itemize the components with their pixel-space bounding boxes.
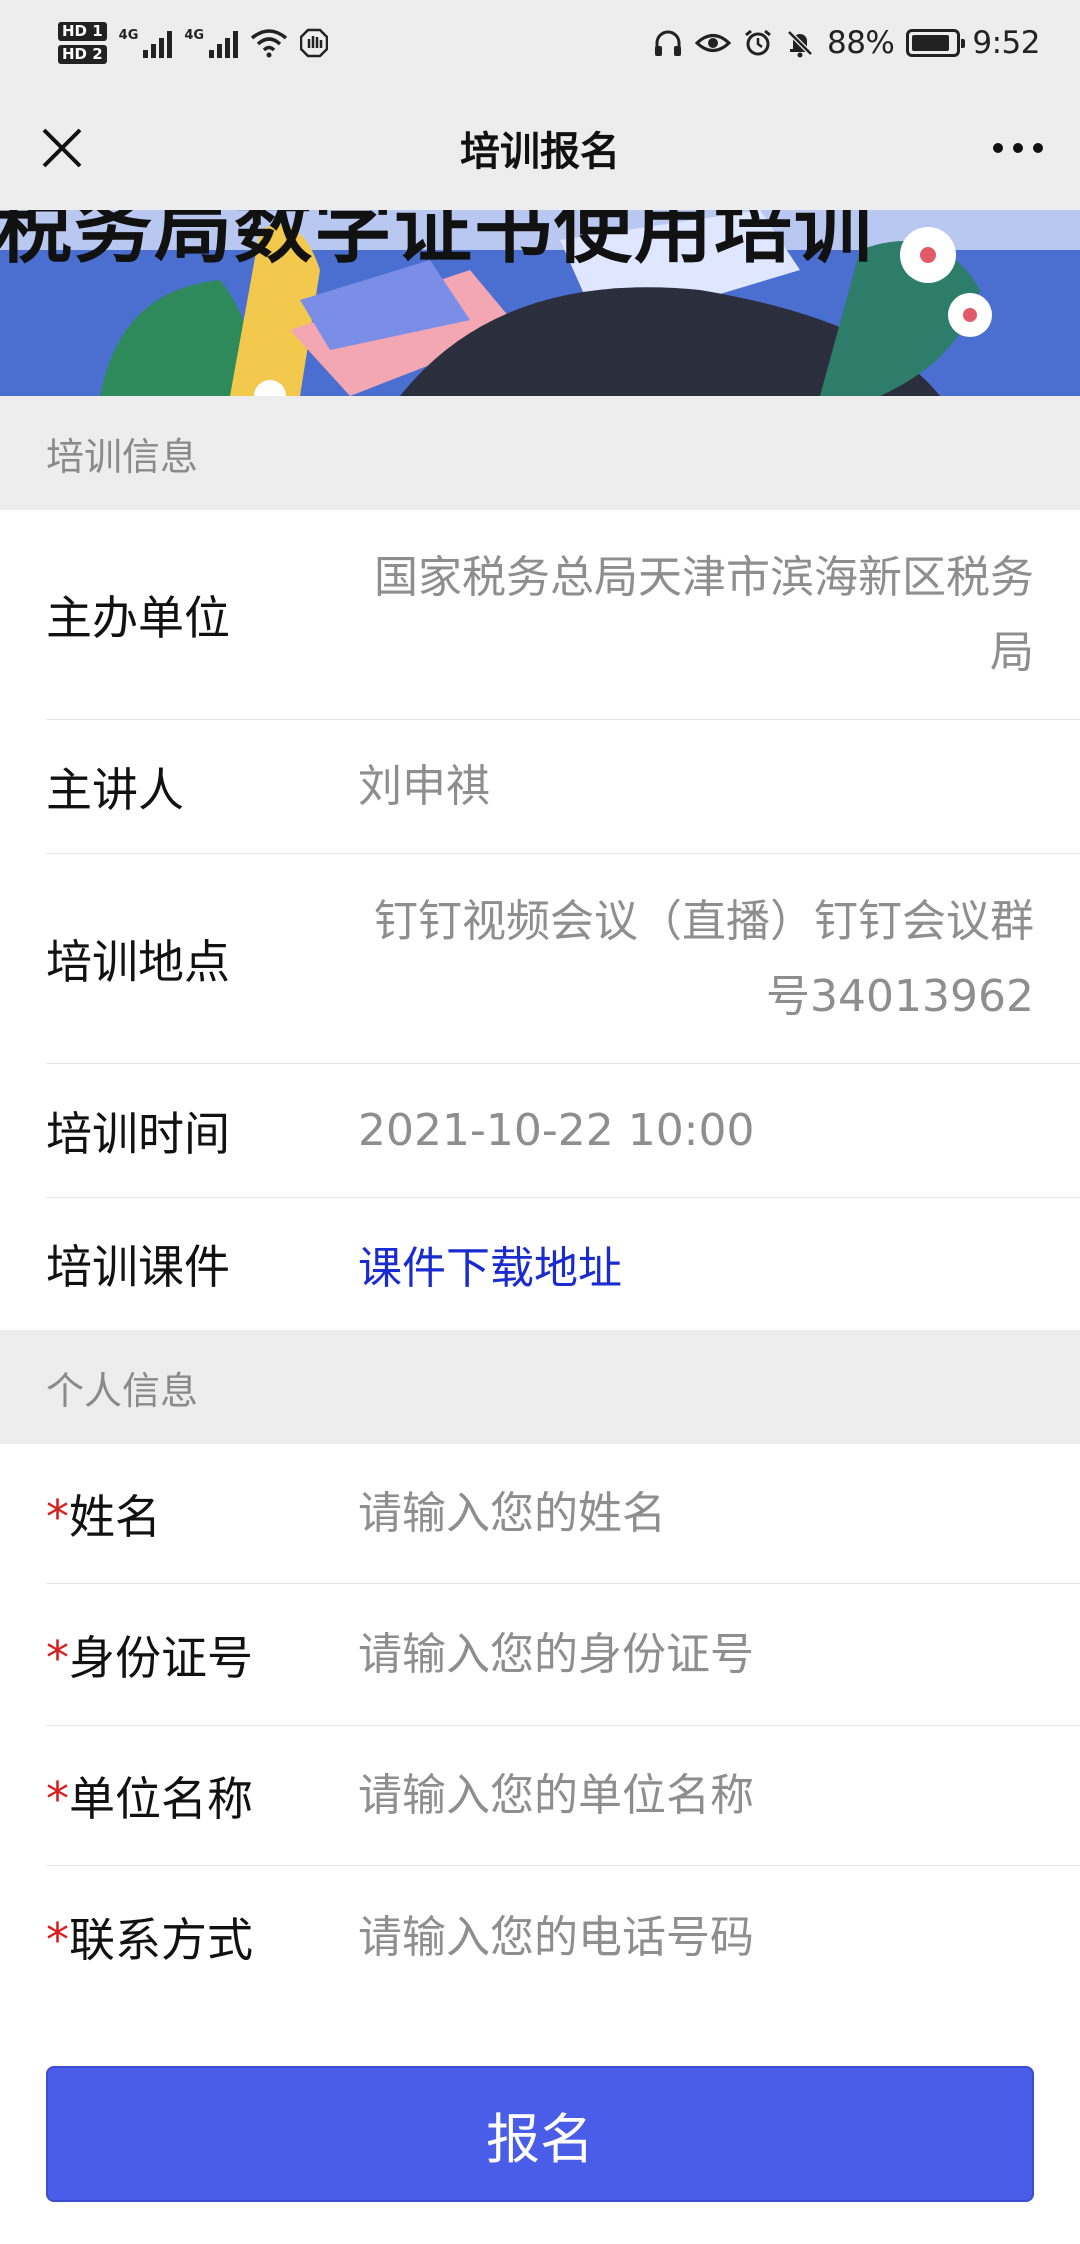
org-name-input[interactable] [358, 1770, 1080, 1821]
close-button[interactable] [30, 116, 94, 180]
eye-icon [694, 34, 731, 52]
status-right: 88% 9:52 [653, 25, 1040, 61]
section-header-personal: 个人信息 [0, 1330, 1080, 1444]
name-label-text: 姓名 [69, 1489, 161, 1544]
org-label-text: 单位名称 [69, 1771, 253, 1826]
more-button[interactable] [986, 116, 1050, 180]
row-id-number: *身份证号 [46, 1584, 1080, 1726]
signal-icon-2: 4G [184, 28, 239, 58]
row-courseware: 培训课件 课件下载地址 [46, 1198, 1080, 1330]
status-left: HD 1 HD 2 4G 4G [58, 22, 329, 64]
row-contact: *联系方式 [46, 1866, 1080, 2008]
phone-input[interactable] [358, 1911, 1080, 1963]
org-label: *单位名称 [46, 1763, 358, 1829]
row-name: *姓名 [46, 1444, 1080, 1584]
personal-info-form: *姓名 *身份证号 *单位名称 *联系方式 [0, 1444, 1080, 2014]
required-mark: * [46, 1913, 69, 1967]
organizer-label: 主办单位 [46, 590, 230, 645]
hd1-badge: HD 1 [58, 22, 107, 41]
location-label: 培训地点 [46, 934, 230, 989]
training-info-list: 主办单位 国家税务总局天津市滨海新区税务局 主讲人 刘申祺 培训地点 钉钉视频会… [0, 510, 1080, 1330]
alarm-icon [745, 29, 771, 56]
contact-label: *联系方式 [46, 1904, 358, 1970]
required-mark: * [46, 1489, 69, 1544]
name-input[interactable] [358, 1488, 1080, 1539]
speaker-value: 刘申祺 [358, 761, 490, 812]
close-icon [42, 128, 82, 168]
banner-image: 税务局数字证书使用培训 [0, 210, 1080, 396]
courseware-download-link[interactable]: 课件下载地址 [358, 1232, 1080, 1296]
mute-icon [787, 30, 813, 58]
nav-bar: 培训报名 [0, 86, 1080, 210]
id-label: *身份证号 [46, 1622, 358, 1688]
network-type-1: 4G [118, 28, 139, 43]
contact-label-text: 联系方式 [69, 1913, 253, 1967]
id-label-text: 身份证号 [69, 1630, 253, 1685]
id-number-input[interactable] [358, 1629, 1080, 1680]
name-label: *姓名 [46, 1481, 358, 1547]
hand-icon [300, 28, 329, 58]
battery-percent: 88% [826, 25, 895, 61]
headphones-icon [654, 30, 681, 56]
signal-icon-1: 4G [119, 28, 173, 58]
clock: 9:52 [972, 25, 1040, 61]
required-mark: * [46, 1630, 69, 1685]
wifi-icon [250, 29, 288, 58]
page-title: 培训报名 [460, 129, 620, 175]
row-location: 培训地点 钉钉视频会议（直播）钉钉会议群号34013962 [46, 854, 1080, 1064]
hd2-badge: HD 2 [58, 45, 107, 64]
row-organizer: 主办单位 国家税务总局天津市滨海新区税务局 [46, 510, 1080, 720]
row-speaker: 主讲人 刘申祺 [46, 720, 1080, 854]
required-mark: * [46, 1771, 69, 1826]
section-header-training: 培训信息 [0, 396, 1080, 510]
row-time: 培训时间 2021-10-22 10:00 [46, 1064, 1080, 1198]
more-icon [993, 143, 1043, 153]
status-bar: HD 1 HD 2 4G 4G 88% 9:52 [0, 0, 1080, 86]
courseware-label: 培训课件 [46, 1240, 230, 1294]
battery-icon [906, 29, 966, 57]
network-type-2: 4G [184, 28, 205, 43]
organizer-value: 国家税务总局天津市滨海新区税务局 [374, 551, 1034, 678]
location-value: 钉钉视频会议（直播）钉钉会议群号34013962 [374, 895, 1034, 1022]
banner-title: 税务局数字证书使用培训 [0, 210, 875, 274]
speaker-label: 主讲人 [46, 762, 184, 817]
time-value: 2021-10-22 10:00 [358, 1105, 755, 1156]
battery-fill [912, 35, 950, 51]
time-label: 培训时间 [46, 1106, 230, 1161]
submit-button[interactable]: 报名 [46, 2066, 1034, 2202]
hd-indicator: HD 1 HD 2 [58, 22, 107, 64]
row-org: *单位名称 [46, 1726, 1080, 1866]
